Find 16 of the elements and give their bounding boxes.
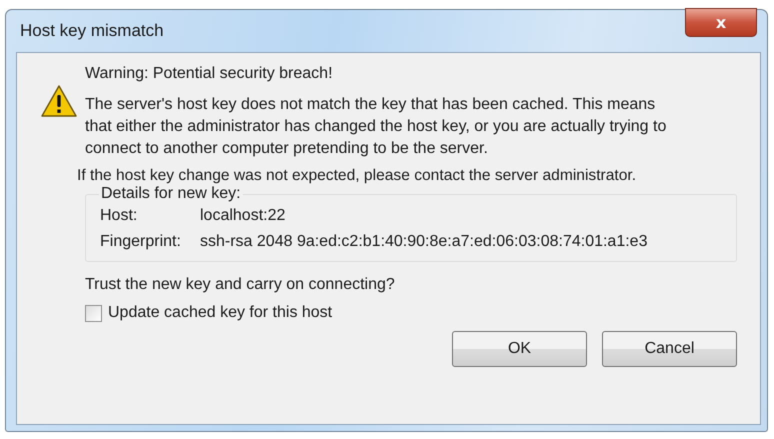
ok-button[interactable]: OK xyxy=(452,331,587,367)
contact-note: If the host key change was not expected, please contact the server administrator. xyxy=(77,167,638,185)
warning-message: The server's host key does not match the key that has been cached. This means that either the administrator has changed the host key, or you are actually trying to connect to another computer pretending to be the server. xyxy=(85,95,668,159)
detail-value: localhost:22 xyxy=(200,207,286,225)
detail-value: ssh-rsa 2048 9a:ed:c2:b1:40:90:8e:a7:ed:06:03:08:74:01:a1:e3 xyxy=(200,233,648,251)
update-checkbox[interactable] xyxy=(85,304,102,322)
detail-label: Host: xyxy=(100,207,138,225)
close-button[interactable]: x xyxy=(685,8,757,37)
cancel-button[interactable]: Cancel xyxy=(602,331,737,367)
warning-heading: Warning: Potential security breach! xyxy=(85,65,334,83)
detail-label: Fingerprint: xyxy=(100,233,182,251)
window-title: Host key mismatch xyxy=(19,21,164,41)
details-legend: Details for new key: xyxy=(99,185,243,203)
checkbox-label[interactable]: Update cached key for this host xyxy=(108,304,332,322)
trust-question: Trust the new key and carry on connecting? xyxy=(85,276,396,294)
warning-icon xyxy=(41,85,77,117)
